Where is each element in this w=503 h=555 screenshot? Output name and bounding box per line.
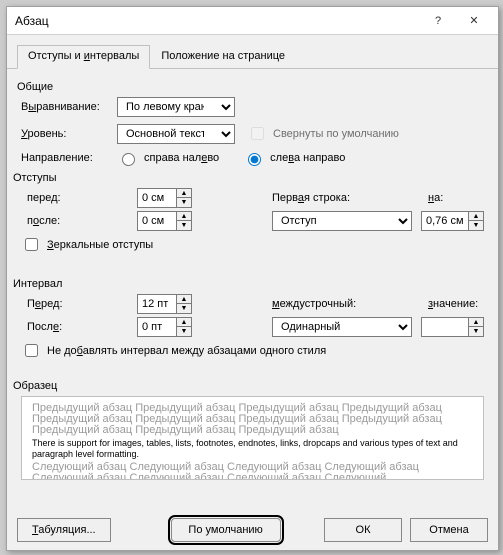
alignment-select[interactable]: По левому краю bbox=[117, 97, 235, 117]
direction-ltr-radio[interactable]: слева направо bbox=[243, 150, 345, 166]
spin-down-icon[interactable]: ▼ bbox=[177, 198, 191, 207]
indent-before-spinner[interactable]: ▲▼ bbox=[137, 188, 192, 208]
ok-button[interactable]: ОК bbox=[324, 518, 402, 542]
tab-position[interactable]: Положение на странице bbox=[150, 45, 296, 68]
dialog-title: Абзац bbox=[15, 14, 420, 28]
by-spinner[interactable]: ▲▼ bbox=[421, 211, 484, 231]
dialog-footer: Табуляция... По умолчанию ОК Отмена bbox=[17, 518, 488, 542]
tabs-button[interactable]: Табуляция... bbox=[17, 518, 111, 542]
close-icon: ✕ bbox=[469, 14, 478, 27]
direction-rtl-radio[interactable]: справа налево bbox=[117, 150, 219, 166]
group-preview: Образец bbox=[13, 380, 484, 392]
help-icon: ? bbox=[435, 15, 441, 27]
spin-up-icon[interactable]: ▲ bbox=[177, 189, 191, 198]
space-before-label: Перед: bbox=[21, 298, 81, 310]
preview-next-text: Следующий абзац Следующий абзац Следующи… bbox=[26, 462, 479, 480]
direction-label: Направление: bbox=[21, 152, 117, 164]
by-label: на: bbox=[428, 192, 484, 204]
indent-after-label: после: bbox=[21, 215, 81, 227]
close-button[interactable]: ✕ bbox=[456, 8, 492, 34]
preview-prev-text: Предыдущий абзац Предыдущий абзац Предыд… bbox=[26, 403, 479, 436]
cancel-button[interactable]: Отмена bbox=[410, 518, 488, 542]
space-after-label: После: bbox=[21, 321, 81, 333]
indent-before-label: перед: bbox=[21, 192, 81, 204]
group-indent: Отступы bbox=[13, 172, 484, 184]
paragraph-dialog: Абзац ? ✕ Отступы и интервалы Положение … bbox=[6, 6, 499, 551]
space-before-spinner[interactable]: ▲▼ bbox=[137, 294, 192, 314]
preview-box: Предыдущий абзац Предыдущий абзац Предыд… bbox=[21, 396, 484, 480]
tab-bar: Отступы и интервалы Положение на страниц… bbox=[7, 35, 498, 69]
at-spinner[interactable]: ▲▼ bbox=[421, 317, 484, 337]
indent-after-spinner[interactable]: ▲▼ bbox=[137, 211, 192, 231]
space-after-spinner[interactable]: ▲▼ bbox=[137, 317, 192, 337]
no-same-style-spacing-checkbox[interactable]: Не добавлять интервал между абзацами одн… bbox=[21, 341, 484, 360]
alignment-label: Выравнивание: bbox=[21, 101, 117, 113]
group-general: Общие bbox=[17, 81, 484, 93]
linespacing-select[interactable]: Одинарный bbox=[272, 317, 412, 337]
mirror-indent-checkbox[interactable]: Зеркальные отступы bbox=[21, 235, 484, 254]
help-button[interactable]: ? bbox=[420, 8, 456, 34]
collapse-checkbox[interactable]: Свернуты по умолчанию bbox=[247, 124, 399, 143]
level-label: Уровень: bbox=[21, 128, 117, 140]
default-button[interactable]: По умолчанию bbox=[171, 518, 281, 542]
preview-sample-text: There is support for images, tables, lis… bbox=[26, 436, 479, 462]
group-spacing: Интервал bbox=[13, 278, 484, 290]
tab-indents[interactable]: Отступы и интервалы bbox=[17, 45, 150, 69]
titlebar: Абзац ? ✕ bbox=[7, 7, 498, 35]
firstline-select[interactable]: Отступ bbox=[272, 211, 412, 231]
at-label: значение: bbox=[428, 298, 484, 310]
level-select[interactable]: Основной текст bbox=[117, 124, 235, 144]
linespacing-label: междустрочный: bbox=[272, 298, 356, 310]
firstline-label: Первая строка: bbox=[272, 192, 350, 204]
